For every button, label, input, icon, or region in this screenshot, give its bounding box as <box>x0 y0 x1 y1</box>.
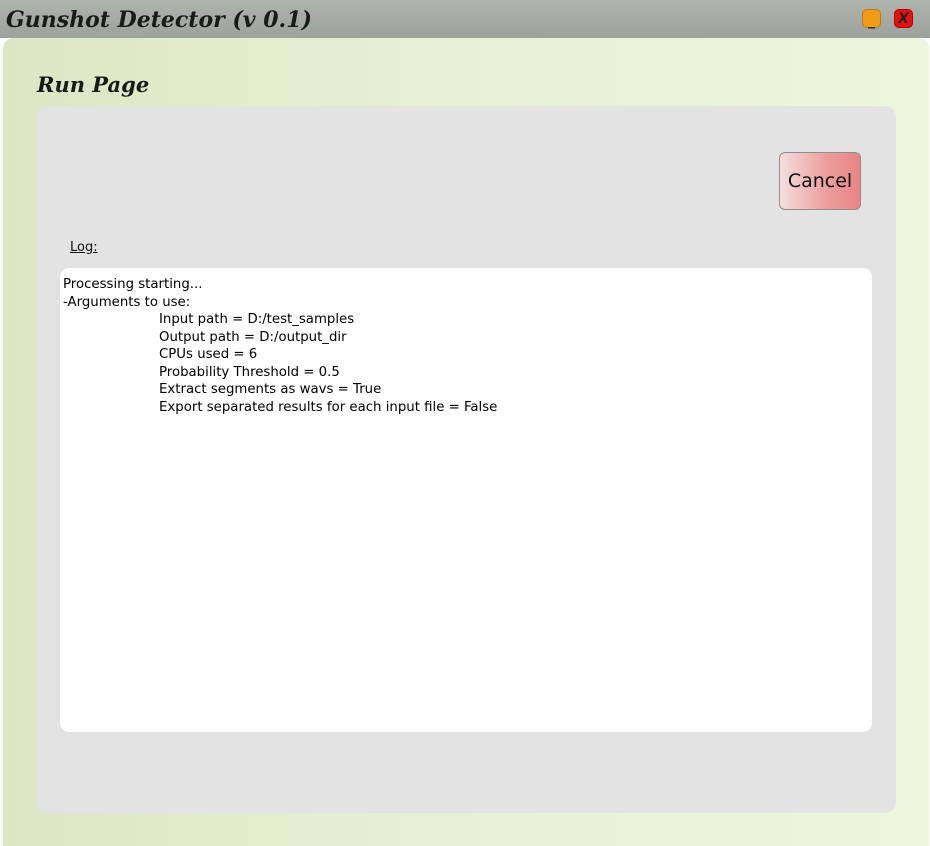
window-content: Run Page Cancel Log: Processing starting… <box>3 38 929 846</box>
log-line: Probability Threshold = 0.5 <box>159 364 340 380</box>
log-line: Export separated results for each input … <box>159 399 498 415</box>
app-window: Gunshot Detector (v 0.1) _ X Run Page Ca… <box>0 0 930 846</box>
minimize-button[interactable]: _ <box>862 9 881 29</box>
close-button[interactable]: X <box>894 9 913 28</box>
log-output[interactable]: Processing starting... -Arguments to use… <box>60 268 872 732</box>
title-bar[interactable]: Gunshot Detector (v 0.1) _ X <box>0 0 930 38</box>
cancel-button[interactable]: Cancel <box>779 152 861 210</box>
window-title: Gunshot Detector (v 0.1) <box>6 7 312 33</box>
log-line: Output path = D:/output_dir <box>159 329 347 345</box>
run-panel: Cancel Log: Processing starting... -Argu… <box>37 106 896 813</box>
log-line: Processing starting... <box>63 277 203 292</box>
page-title: Run Page <box>37 72 150 97</box>
log-label: Log: <box>70 240 98 255</box>
log-line: Extract segments as wavs = True <box>159 382 382 397</box>
log-line: Input path = D:/test_samples <box>159 312 355 327</box>
log-line: -Arguments to use: <box>63 294 191 310</box>
log-line: CPUs used = 6 <box>159 347 258 362</box>
